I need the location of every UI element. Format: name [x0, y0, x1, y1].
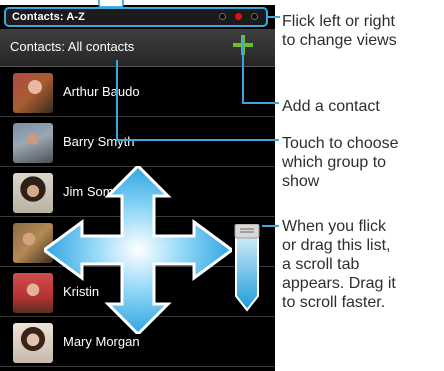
- callout-scroll: When you flick or drag this list, a scro…: [282, 218, 396, 311]
- callout-group: Touch to choose which group to show: [282, 135, 399, 190]
- callout-flick: Flick left or right to change views: [282, 13, 397, 49]
- callout-add: Add a contact: [282, 98, 380, 115]
